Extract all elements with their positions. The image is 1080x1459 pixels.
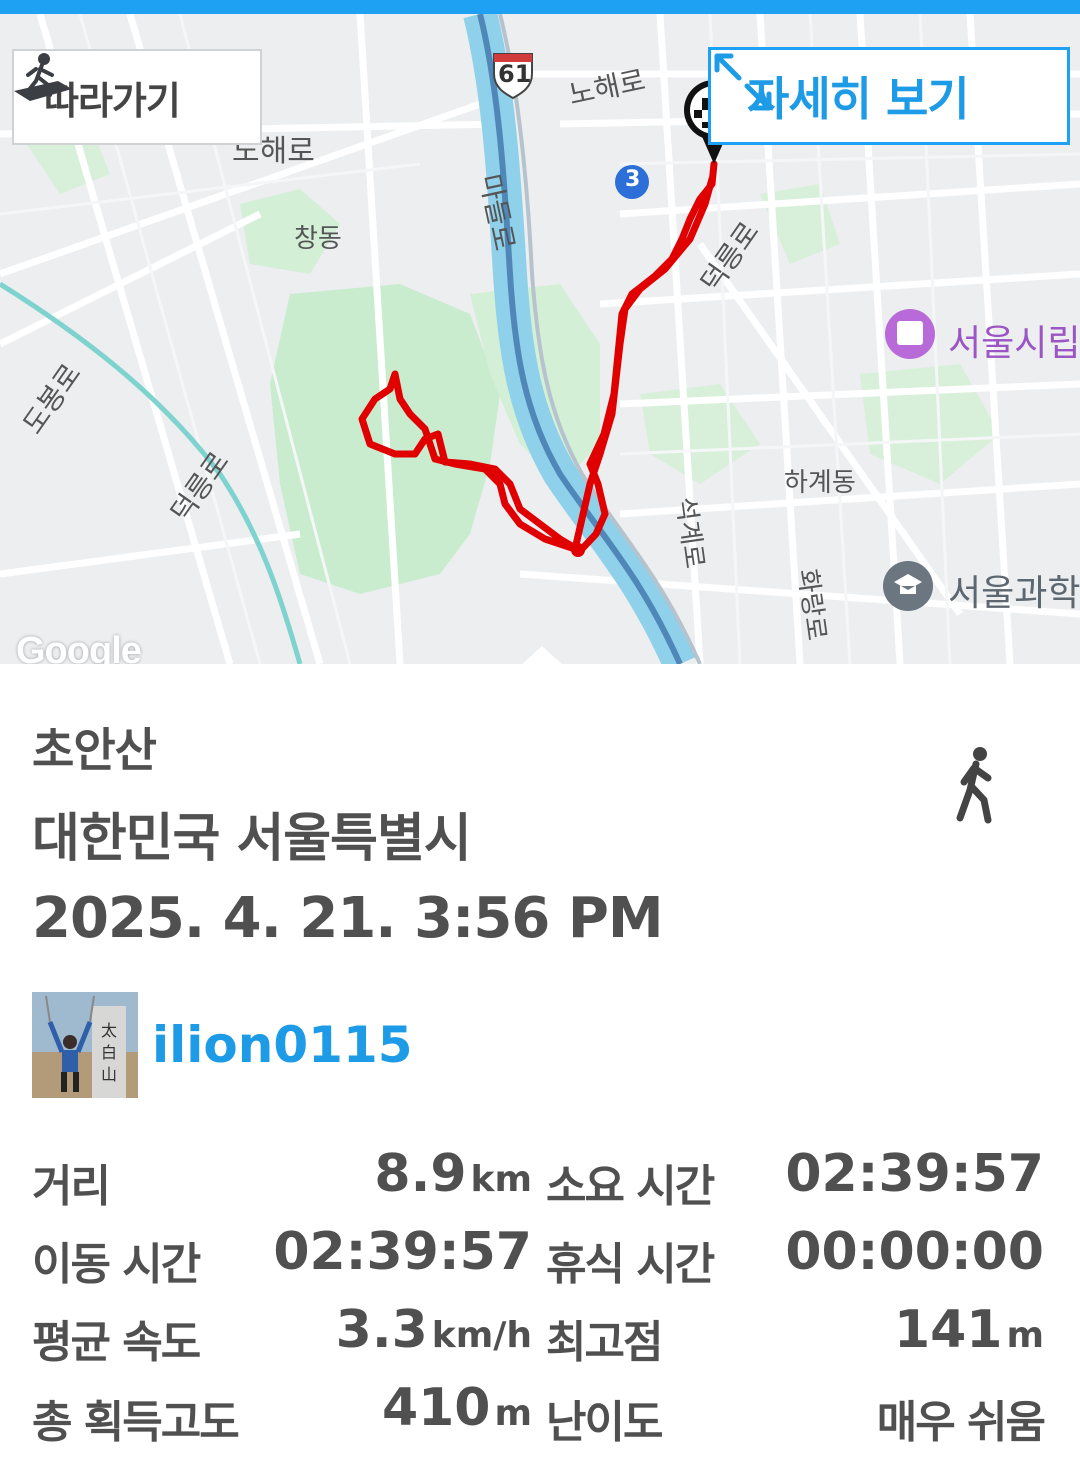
changdong-label: 창동: [294, 224, 342, 254]
max-altitude-number: 141: [893, 1300, 1003, 1360]
avg-speed-label: 평균 속도: [32, 1317, 201, 1368]
max-altitude-unit: m: [1006, 1315, 1044, 1356]
stat-row-moving-time: 이동 시간 02:39:57 휴식 시간 00:00:00: [0, 1218, 1080, 1294]
distance-unit: km: [470, 1159, 532, 1200]
avatar-sign-char-3: 山: [101, 1065, 117, 1084]
stat-row-ascent: 총 획득고도 410 m 난이도 매우 쉬움: [0, 1374, 1080, 1450]
seoul-science-poi-label: 서울과학: [948, 573, 1080, 614]
total-ascent-number: 410: [381, 1378, 491, 1438]
difficulty-label: 난이도: [546, 1397, 663, 1448]
activity-location: 대한민국 서울특별시: [32, 809, 472, 869]
moving-time-value: 02:39:57: [273, 1222, 532, 1282]
hagye-dong-label: 하계동: [784, 468, 856, 498]
total-time-value: 02:39:57: [785, 1144, 1044, 1204]
detail-view-button-label: 자세히 보기: [747, 72, 970, 126]
route-map[interactable]: 61 노해로 노해로 창동 마들로 3 덕릉로 덕릉로 도봉로 서울시립 하계동…: [0, 14, 1080, 664]
moving-time-label: 이동 시간: [32, 1239, 201, 1290]
walking-icon: [956, 747, 992, 824]
stat-row-distance: 거리 8.9 km 소요 시간 02:39:57: [0, 1140, 1080, 1216]
max-altitude-label: 최고점: [546, 1317, 663, 1368]
hiker-icon: [14, 53, 72, 101]
seoul-city-poi-label: 서울시립: [948, 323, 1080, 364]
user-avatar[interactable]: 太 白 山: [32, 992, 138, 1098]
rest-time-label: 휴식 시간: [546, 1239, 715, 1290]
difficulty-value: 매우 쉬움: [876, 1397, 1046, 1448]
activity-datetime: 2025. 4. 21. 3:56 PM: [32, 886, 664, 951]
metro-line-3-label: 3: [625, 167, 641, 192]
avatar-photo: 太 白 山: [32, 992, 138, 1098]
top-accent-bar: [0, 0, 1080, 14]
total-time-label: 소요 시간: [546, 1161, 715, 1212]
rest-time-value: 00:00:00: [785, 1222, 1044, 1282]
avg-speed-value: 3.3 km/h: [336, 1300, 532, 1360]
total-ascent-label: 총 획득고도: [32, 1397, 240, 1448]
username-link[interactable]: ilion0115: [152, 1016, 413, 1074]
route-61-label: 61: [498, 60, 532, 88]
total-ascent-value: 410 m: [382, 1378, 532, 1438]
avatar-sign-char-1: 太: [101, 1021, 117, 1040]
detail-view-button[interactable]: 자세히 보기: [708, 47, 1070, 145]
expand-icon: [714, 53, 772, 111]
activity-info-panel: 초안산 대한민국 서울특별시 2025. 4. 21. 3:56 PM 太 白 …: [0, 664, 1080, 1459]
stat-row-avg-speed: 평균 속도 3.3 km/h 최고점 141 m: [0, 1296, 1080, 1372]
activity-title: 초안산: [32, 723, 157, 777]
total-ascent-unit: m: [494, 1393, 532, 1434]
avatar-sign-char-2: 白: [101, 1043, 117, 1062]
distance-label: 거리: [32, 1161, 111, 1212]
google-logo: Google: [16, 630, 142, 664]
distance-number: 8.9: [374, 1144, 467, 1204]
follow-button[interactable]: 따라가기: [12, 49, 262, 145]
panel-pointer: [520, 646, 564, 666]
distance-value: 8.9 km: [374, 1144, 532, 1204]
avg-speed-number: 3.3: [335, 1300, 428, 1360]
max-altitude-value: 141 m: [894, 1300, 1044, 1360]
avg-speed-unit: km/h: [431, 1315, 532, 1356]
